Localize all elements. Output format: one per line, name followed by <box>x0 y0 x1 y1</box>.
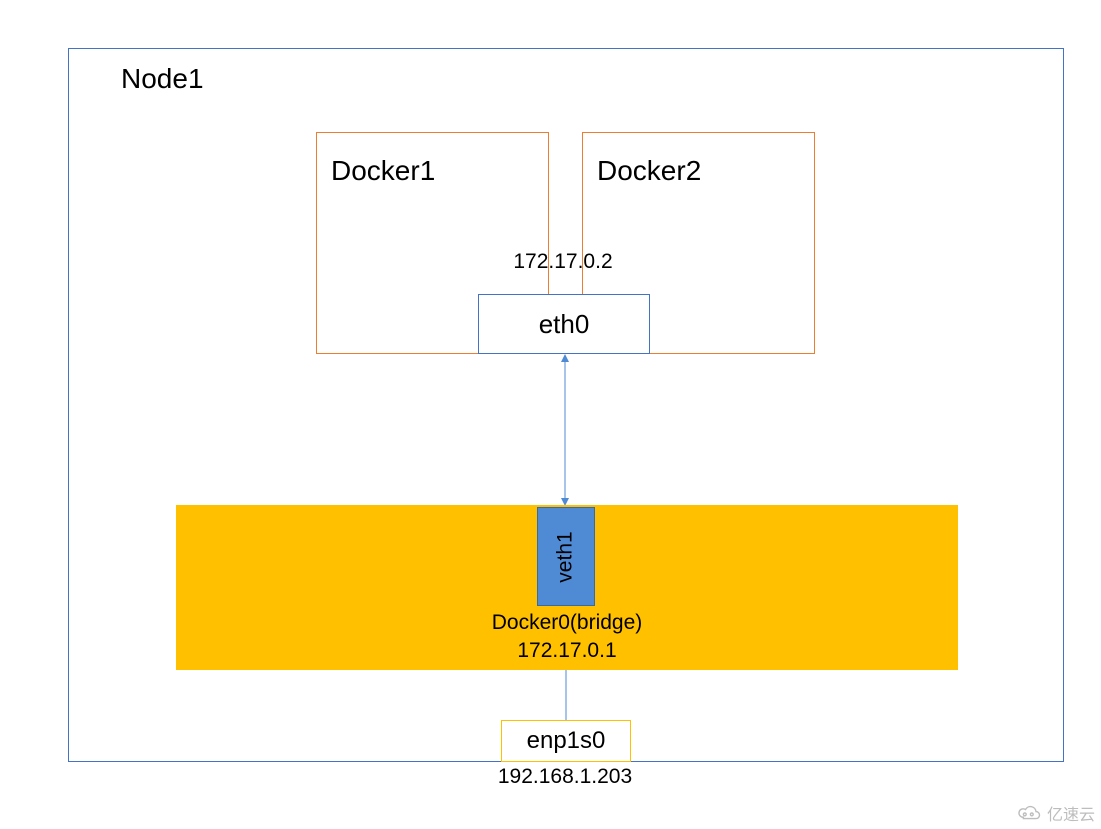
cloud-icon <box>1015 803 1043 823</box>
host-ip-label: 192.168.1.203 <box>490 765 640 789</box>
line-bridge-enp1s0 <box>563 670 569 720</box>
node-title: Node1 <box>121 63 204 95</box>
eth0-ip-label: 172.17.0.2 <box>498 250 628 274</box>
eth0-label: eth0 <box>539 309 590 340</box>
arrow-eth0-veth1 <box>560 354 570 506</box>
eth0-box: eth0 <box>478 294 650 354</box>
docker2-title: Docker2 <box>597 155 701 187</box>
bridge-ip: 172.17.0.1 <box>176 639 958 663</box>
watermark-text: 亿速云 <box>1047 801 1095 825</box>
enp1s0-label: enp1s0 <box>527 727 606 755</box>
veth1-box: veth1 <box>537 507 595 606</box>
enp1s0-box: enp1s0 <box>501 720 631 762</box>
docker1-title: Docker1 <box>331 155 435 187</box>
veth1-label: veth1 <box>554 531 578 582</box>
bridge-name: Docker0(bridge) <box>176 611 958 635</box>
watermark: 亿速云 <box>1015 801 1095 825</box>
